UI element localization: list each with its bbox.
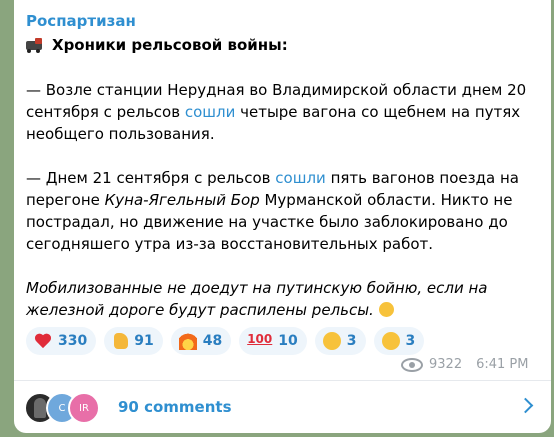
reaction-thumbs-up[interactable]: 91 bbox=[104, 327, 163, 355]
link-soshli-2[interactable]: сошли bbox=[275, 169, 326, 187]
commenter-avatars: C IR bbox=[24, 392, 104, 424]
channel-name[interactable]: Роспартизан bbox=[26, 12, 136, 30]
rofl-icon bbox=[381, 332, 400, 350]
message-meta: 9322 6:41 PM bbox=[401, 357, 528, 372]
heart-icon bbox=[34, 332, 52, 350]
paragraph-2-text-a: — Днем 21 сентября с рельсов bbox=[26, 169, 276, 187]
comments-label[interactable]: 90 comments bbox=[118, 398, 232, 416]
avatar: IR bbox=[68, 392, 100, 424]
star-struck-icon bbox=[322, 332, 341, 350]
post-title-text: Хроники рельсовой войны: bbox=[52, 36, 288, 54]
reaction-star-struck[interactable]: 3 bbox=[314, 327, 366, 355]
reaction-hundred[interactable]: 100 10 bbox=[239, 327, 307, 355]
chevron-right-icon[interactable] bbox=[517, 397, 534, 414]
reaction-count: 3 bbox=[346, 333, 357, 349]
reaction-count: 91 bbox=[134, 333, 154, 349]
thumbs-up-icon bbox=[114, 333, 129, 349]
paragraph-2: — Днем 21 сентября с рельсов сошли пять … bbox=[26, 167, 531, 255]
hundred-icon: 100 bbox=[247, 332, 273, 346]
fire-icon bbox=[178, 332, 197, 350]
link-soshli-1[interactable]: сошли bbox=[185, 103, 236, 121]
reaction-heart[interactable]: 330 bbox=[26, 327, 97, 355]
shushing-face-icon bbox=[378, 302, 394, 317]
reaction-count: 10 bbox=[278, 333, 298, 349]
reaction-rofl[interactable]: 3 bbox=[373, 327, 425, 355]
paragraph-3-text: Мобилизованные не доедут на путинскую бо… bbox=[26, 279, 488, 319]
reaction-count: 48 bbox=[202, 333, 223, 349]
reactions-bar: 330 91 48 100 10 3 3 bbox=[26, 327, 425, 355]
comments-bar[interactable]: C IR 90 comments bbox=[14, 381, 551, 433]
paragraph-3: Мобилизованные не доедут на путинскую бо… bbox=[26, 277, 531, 321]
message-time: 6:41 PM bbox=[476, 357, 529, 372]
post-title: Хроники рельсовой войны: bbox=[26, 36, 288, 54]
reaction-count: 330 bbox=[58, 333, 88, 349]
paragraph-1: — Возле станции Нерудная во Владимирской… bbox=[26, 79, 531, 145]
reaction-count: 3 bbox=[405, 333, 416, 349]
paragraph-2-italic: Куна-Ягельный Бор bbox=[104, 191, 260, 209]
eye-icon bbox=[401, 357, 423, 372]
train-icon bbox=[26, 38, 44, 53]
view-count: 9322 bbox=[429, 357, 463, 372]
reaction-fire[interactable]: 48 bbox=[170, 327, 232, 355]
